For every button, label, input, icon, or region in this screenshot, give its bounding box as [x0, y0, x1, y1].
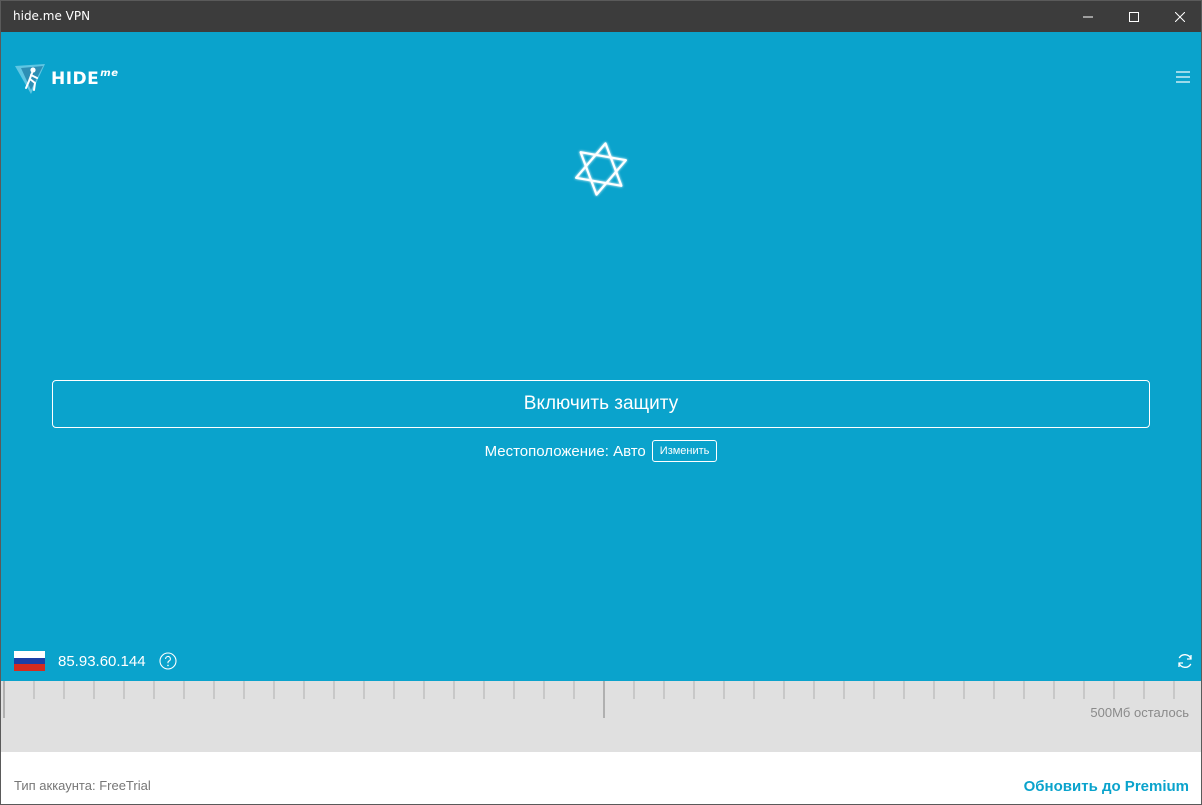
maximize-icon — [1129, 11, 1139, 22]
ip-address: 85.93.60.144 — [58, 652, 146, 670]
title-bar: hide.me VPN — [1, 1, 1201, 32]
data-usage-meter: 500Мб осталось — [1, 681, 1201, 752]
close-icon — [1175, 11, 1185, 22]
help-icon[interactable] — [159, 652, 177, 670]
hamburger-menu-icon[interactable] — [1175, 70, 1191, 84]
close-button[interactable] — [1157, 1, 1202, 32]
main-panel: HIDE me Включить защиту Местоположение: … — [1, 32, 1201, 681]
hideme-logo: HIDE me — [13, 62, 118, 96]
location-row: Местоположение: Авто Изменить — [1, 440, 1201, 462]
enable-protection-button[interactable]: Включить защиту — [52, 380, 1150, 428]
window-title: hide.me VPN — [13, 9, 91, 23]
refresh-icon[interactable] — [1176, 652, 1194, 670]
logo-text: HIDE — [51, 69, 100, 89]
minimize-icon — [1083, 16, 1093, 17]
russia-flag-icon — [14, 651, 45, 672]
usage-ticks — [3, 681, 1175, 718]
logo-icon — [15, 64, 45, 94]
maximize-button[interactable] — [1111, 1, 1157, 32]
location-label: Местоположение: Авто — [484, 442, 646, 460]
app-window: hide.me VPN HIDE me Включить защиту Мест… — [0, 0, 1202, 805]
ip-info: 85.93.60.144 — [14, 651, 177, 672]
upgrade-premium-link[interactable]: Обновить до Premium — [1024, 778, 1189, 795]
footer: Тип аккаунта: FreeTrial Обновить до Prem… — [1, 752, 1201, 804]
status-star-icon — [574, 142, 628, 196]
data-remaining: 500Мб осталось — [1090, 705, 1189, 720]
change-location-button[interactable]: Изменить — [651, 440, 718, 462]
account-type: Тип аккаунта: FreeTrial — [14, 778, 151, 793]
logo-suffix: me — [100, 67, 119, 79]
minimize-button[interactable] — [1065, 1, 1111, 32]
